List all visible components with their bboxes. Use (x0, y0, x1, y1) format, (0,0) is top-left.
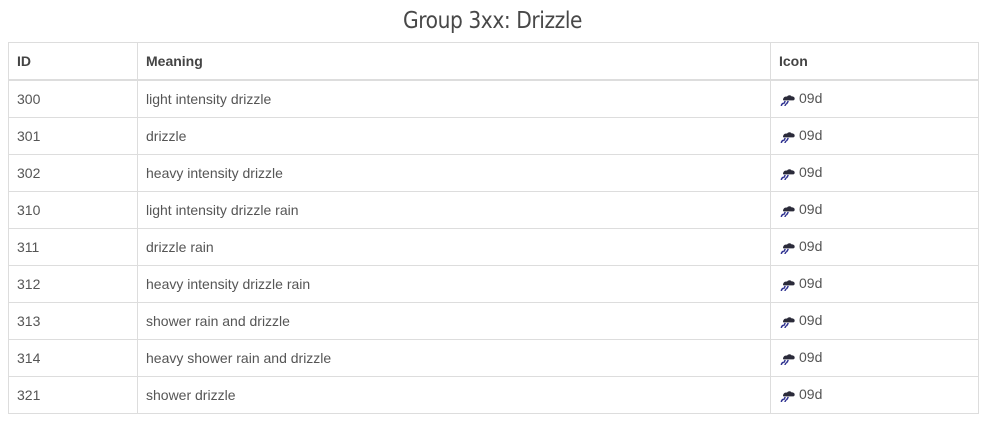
icon-cell-content: 09d (779, 127, 823, 144)
icon-cell-content: 09d (779, 164, 823, 181)
drizzle-icon (779, 93, 796, 107)
table-row: 321 shower drizzle 09d (8, 376, 979, 414)
cell-icon: 09d (770, 376, 979, 414)
cell-meaning: shower rain and drizzle (137, 302, 771, 340)
icon-code: 09d (799, 386, 823, 402)
icon-cell-content: 09d (779, 349, 823, 366)
drizzle-icon (779, 130, 796, 144)
drizzle-icon (779, 315, 796, 329)
cell-id: 300 (8, 79, 138, 118)
cell-icon: 09d (770, 228, 979, 266)
drizzle-icon (779, 278, 796, 292)
cell-meaning: light intensity drizzle rain (137, 191, 771, 229)
table-row: 302 heavy intensity drizzle 09d (8, 154, 979, 192)
cell-meaning: drizzle rain (137, 228, 771, 266)
icon-code: 09d (799, 275, 823, 291)
drizzle-icon (779, 204, 796, 218)
cell-id: 310 (8, 191, 138, 229)
cell-id: 301 (8, 117, 138, 155)
drizzle-icon (779, 241, 796, 255)
icon-cell-content: 09d (779, 386, 823, 403)
cell-id: 302 (8, 154, 138, 192)
cell-icon: 09d (770, 154, 979, 192)
cell-id: 314 (8, 339, 138, 377)
cell-icon: 09d (770, 117, 979, 155)
table-body: 300 light intensity drizzle 09d 301 drizzle 0… (8, 79, 979, 414)
icon-code: 09d (799, 349, 823, 365)
cell-meaning: heavy shower rain and drizzle (137, 339, 771, 377)
icon-cell-content: 09d (779, 90, 823, 107)
icon-code: 09d (799, 238, 823, 254)
cell-meaning: drizzle (137, 117, 771, 155)
table-row: 313 shower rain and drizzle 09d (8, 302, 979, 340)
icon-cell-content: 09d (779, 275, 823, 292)
icon-code: 09d (799, 201, 823, 217)
drizzle-icon (779, 167, 796, 181)
table-header-row: ID Meaning Icon (8, 42, 979, 81)
cell-icon: 09d (770, 79, 979, 118)
column-header-id: ID (8, 42, 138, 81)
page-title: Group 3xx: Drizzle (402, 8, 583, 34)
table-row: 312 heavy intensity drizzle rain 09d (8, 265, 979, 303)
cell-icon: 09d (770, 191, 979, 229)
icon-cell-content: 09d (779, 201, 823, 218)
cell-id: 312 (8, 265, 138, 303)
weather-codes-table: ID Meaning Icon 300 light intensity drizz… (8, 42, 979, 414)
icon-code: 09d (799, 312, 823, 328)
icon-cell-content: 09d (779, 238, 823, 255)
table-row: 311 drizzle rain 09d (8, 228, 979, 266)
icon-code: 09d (799, 90, 823, 106)
cell-meaning: shower drizzle (137, 376, 771, 414)
table-row: 300 light intensity drizzle 09d (8, 79, 979, 118)
column-header-icon: Icon (770, 42, 979, 81)
cell-meaning: heavy intensity drizzle (137, 154, 771, 192)
icon-code: 09d (799, 127, 823, 143)
cell-icon: 09d (770, 265, 979, 303)
drizzle-icon (779, 352, 796, 366)
cell-meaning: light intensity drizzle (137, 79, 771, 118)
table-row: 301 drizzle 09d (8, 117, 979, 155)
page: Group 3xx: Drizzle ID Meaning Icon 300 li… (0, 0, 985, 424)
cell-id: 313 (8, 302, 138, 340)
cell-id: 321 (8, 376, 138, 414)
table-row: 314 heavy shower rain and drizzle 09d (8, 339, 979, 377)
cell-icon: 09d (770, 302, 979, 340)
cell-icon: 09d (770, 339, 979, 377)
icon-cell-content: 09d (779, 312, 823, 329)
icon-code: 09d (799, 164, 823, 180)
column-header-meaning: Meaning (137, 42, 771, 81)
table-row: 310 light intensity drizzle rain 09d (8, 191, 979, 229)
cell-id: 311 (8, 228, 138, 266)
cell-meaning: heavy intensity drizzle rain (137, 265, 771, 303)
drizzle-icon (779, 389, 796, 403)
